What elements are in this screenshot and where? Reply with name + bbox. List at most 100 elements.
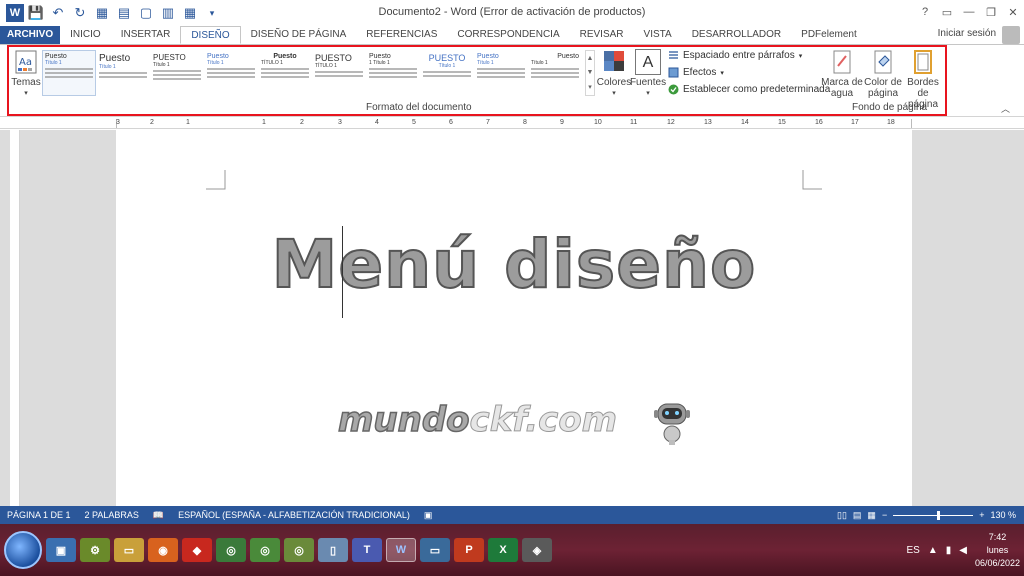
tab-correspondencia[interactable]: CORRESPONDENCIA xyxy=(447,26,569,44)
style-set-thumbnail[interactable]: PUESTO Título 1 xyxy=(420,50,474,96)
bordes-de-pagina-button[interactable]: Bordes de página xyxy=(903,49,943,110)
avatar[interactable] xyxy=(1002,26,1020,44)
espaciado-button[interactable]: Espaciado entre párrafos ▾ xyxy=(668,50,802,61)
network-icon[interactable]: ▮ xyxy=(946,545,952,556)
web-layout-icon[interactable]: ▦ xyxy=(867,510,876,521)
tab-revisar[interactable]: REVISAR xyxy=(570,26,634,44)
word-logo-icon[interactable]: W xyxy=(6,4,24,22)
page-count[interactable]: PÁGINA 1 DE 1 xyxy=(0,510,78,520)
sign-in-link[interactable]: Iniciar sesión xyxy=(938,28,996,39)
teams-icon[interactable]: T xyxy=(352,538,382,562)
zoom-out-button[interactable]: − xyxy=(882,510,887,520)
restore-button[interactable]: ❐ xyxy=(980,0,1002,24)
style-set-thumbnail[interactable]: Puesto Título 1 xyxy=(474,50,528,96)
new-document-icon[interactable]: ▢ xyxy=(136,3,156,23)
style-set-thumbnail[interactable]: Puesto Título 1 xyxy=(42,50,96,96)
zoom-slider[interactable] xyxy=(893,510,974,520)
draw-table-icon[interactable]: ▥ xyxy=(158,3,178,23)
horizontal-ruler[interactable]: 3 2 1 1 2 3 4 5 6 7 8 9 10 11 12 13 14 1… xyxy=(0,118,1024,129)
macro-icon[interactable]: ▣ xyxy=(417,510,440,521)
style-set-thumbnail[interactable]: Puesto Título 1 xyxy=(96,50,150,96)
chevron-down-icon: ▾ xyxy=(612,90,616,97)
language-indicator[interactable]: ESPAÑOL (ESPAÑA - ALFABETIZACIÓN TRADICI… xyxy=(171,510,417,520)
pdf-app-icon[interactable]: ◆ xyxy=(182,538,212,562)
chevron-down-icon[interactable]: ▼ xyxy=(587,69,594,76)
language-indicator[interactable]: ES xyxy=(906,545,919,556)
efectos-button[interactable]: Efectos ▾ xyxy=(668,67,724,78)
tab-referencias[interactable]: REFERENCIAS xyxy=(356,26,447,44)
zoom-in-button[interactable]: + xyxy=(979,510,984,520)
style-set-thumbnail[interactable]: Puesto Título 1 xyxy=(204,50,258,96)
window-controls: ? ▭ — ❐ ✕ xyxy=(914,0,1024,24)
style-set-thumbnail[interactable]: PUESTO Título 1 xyxy=(150,50,204,96)
powerpoint-icon[interactable]: P xyxy=(454,538,484,562)
fuentes-button[interactable]: A Fuentes ▾ xyxy=(629,49,667,99)
fuentes-label: Fuentes xyxy=(629,77,667,88)
zoom-slider-thumb[interactable] xyxy=(937,510,940,520)
taskbar-app-icon[interactable]: ▣ xyxy=(46,538,76,562)
style-set-thumbnail[interactable]: Puesto TÍTULO 1 xyxy=(258,50,312,96)
ruler-number: 17 xyxy=(851,119,859,126)
undo-icon[interactable]: ↶ xyxy=(48,3,68,23)
tab-vista[interactable]: VISTA xyxy=(634,26,682,44)
save-icon[interactable]: 💾 xyxy=(26,3,46,23)
table-icon[interactable]: ▦ xyxy=(92,3,112,23)
ruler-number: 3 xyxy=(338,119,342,126)
tab-desarrollador[interactable]: DESARROLLADOR xyxy=(682,26,791,44)
establecer-button[interactable]: Establecer como predeterminada xyxy=(668,84,830,95)
customize-qat-icon[interactable]: ▾ xyxy=(202,3,222,23)
tray-arrow-icon[interactable]: ▲ xyxy=(928,545,938,556)
document-page[interactable]: Menú diseño mundockf.com xyxy=(116,130,912,506)
style-set-thumbnail[interactable]: Puesto 1 Título 1 xyxy=(366,50,420,96)
tab-diseno[interactable]: DISEÑO xyxy=(180,26,241,44)
document-heading[interactable]: Menú diseño xyxy=(116,225,912,304)
taskbar-app-icon[interactable]: ◈ xyxy=(522,538,552,562)
tab-inicio[interactable]: INICIO xyxy=(60,26,111,44)
help-button[interactable]: ? xyxy=(914,0,936,24)
firefox-icon[interactable]: ◉ xyxy=(148,538,178,562)
print-layout-icon[interactable]: ▤ xyxy=(853,510,862,521)
tab-insertar[interactable]: INSERTAR xyxy=(111,26,181,44)
chrome-icon[interactable]: ◎ xyxy=(284,538,314,562)
tab-archivo[interactable]: ARCHIVO xyxy=(0,26,61,44)
tab-pdfelement[interactable]: PDFelement xyxy=(791,26,867,44)
taskbar-app-icon[interactable]: ⚙ xyxy=(80,538,110,562)
clock[interactable]: 7:42 lunes 06/06/2022 xyxy=(975,531,1020,570)
watermark-icon xyxy=(833,50,851,74)
print-preview-icon[interactable]: ▤ xyxy=(114,3,134,23)
collapse-ribbon-icon[interactable]: ︿ xyxy=(1001,102,1010,115)
folder-icon[interactable]: ▭ xyxy=(114,538,144,562)
colores-button[interactable]: Colores ▾ xyxy=(597,49,631,99)
chevron-up-icon[interactable]: ▲ xyxy=(587,55,594,62)
ruler-number: 2 xyxy=(300,119,304,126)
more-icon[interactable]: ▾ xyxy=(588,83,592,91)
zoom-level[interactable]: 130 % xyxy=(990,510,1016,520)
ruler-number: 13 xyxy=(704,119,712,126)
document-area[interactable]: Menú diseño mundockf.com xyxy=(0,130,1024,506)
tab-diseno-de-pagina[interactable]: DISEÑO DE PÁGINA xyxy=(241,26,357,44)
taskbar-app-icon[interactable]: ▯ xyxy=(318,538,348,562)
quick-access-toolbar: W 💾 ↶ ↻ ▦ ▤ ▢ ▥ ▦ ▾ xyxy=(0,3,222,23)
marca-de-agua-button[interactable]: Marca de agua xyxy=(821,49,863,99)
temas-button[interactable]: Aa Temas ▾ xyxy=(10,49,42,99)
gallery-scroll[interactable]: ▲ ▼ ▾ xyxy=(585,50,595,96)
color-de-pagina-button[interactable]: Color de página xyxy=(863,49,903,99)
read-mode-icon[interactable]: ▯▯ xyxy=(837,510,847,521)
word-taskbar-icon[interactable]: W xyxy=(386,538,416,562)
taskbar-app-icon[interactable]: ▭ xyxy=(420,538,450,562)
style-set-thumbnail[interactable]: PUESTO TÍTULO 1 xyxy=(312,50,366,96)
minimize-button[interactable]: — xyxy=(958,0,980,24)
volume-icon[interactable]: ◀ xyxy=(959,545,967,556)
chrome-icon[interactable]: ◎ xyxy=(250,538,280,562)
vertical-ruler[interactable] xyxy=(10,130,20,506)
proofing-icon[interactable]: 📖 xyxy=(146,510,171,521)
word-count[interactable]: 2 PALABRAS xyxy=(78,510,146,520)
style-set-thumbnail[interactable]: Puesto Título 1 xyxy=(528,50,582,96)
insert-table-icon[interactable]: ▦ xyxy=(180,3,200,23)
start-button[interactable] xyxy=(4,531,42,569)
chrome-icon[interactable]: ◎ xyxy=(216,538,246,562)
redo-icon[interactable]: ↻ xyxy=(70,3,90,23)
close-button[interactable]: ✕ xyxy=(1002,0,1024,24)
excel-icon[interactable]: X xyxy=(488,538,518,562)
ribbon-display-options-button[interactable]: ▭ xyxy=(936,0,958,24)
